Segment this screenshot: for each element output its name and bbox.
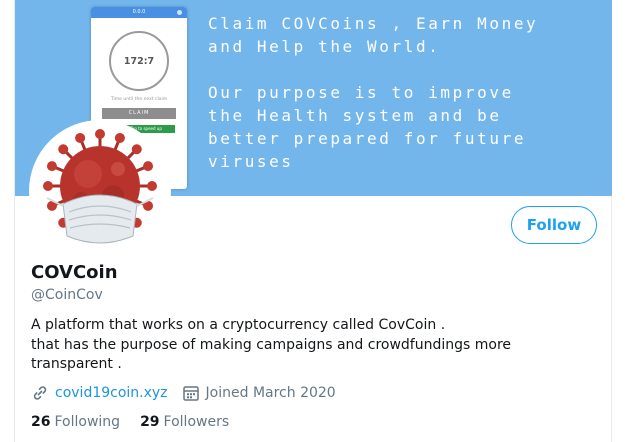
banner-tagline: Claim COVCoins , Earn Money and Help the…: [208, 14, 539, 171]
profile-card: 0.0.0 172:7 Time until the next claim CL…: [14, 0, 612, 442]
profile-bio: A platform that works on a cryptocurrenc…: [31, 316, 591, 375]
bio-line: transparent .: [31, 356, 122, 372]
following-stat[interactable]: 26 Following: [31, 414, 120, 430]
website-link[interactable]: covid19coin.xyz: [55, 385, 168, 401]
followers-stat[interactable]: 29 Followers: [140, 414, 229, 430]
following-count: 26: [31, 414, 51, 430]
follow-button[interactable]: Follow: [511, 206, 597, 244]
bio-line: A platform that works on a cryptocurrenc…: [31, 317, 446, 333]
profile-name: COVCoin: [31, 262, 118, 283]
avatar[interactable]: [29, 120, 171, 262]
followers-count: 29: [140, 414, 160, 430]
joined-date: Joined March 2020: [205, 385, 336, 401]
phone-header-text: 0.0.0: [132, 9, 146, 15]
link-icon: [33, 386, 47, 400]
followers-label: Followers: [163, 414, 230, 430]
phone-status-bar: 0.0.0: [91, 7, 187, 18]
bio-line: that has the purpose of making campaigns…: [31, 336, 512, 353]
phone-claim-button: CLAIM: [102, 108, 176, 119]
following-label: Following: [54, 414, 121, 430]
calendar-icon: [182, 386, 199, 401]
phone-timer-caption: Time until the next claim: [110, 97, 168, 102]
virus-mask-logo: [33, 124, 167, 258]
profile-stats: 26 Following 29 Followers: [31, 414, 249, 430]
phone-menu-icon: [177, 10, 182, 15]
profile-handle: @CoinCov: [31, 287, 103, 303]
profile-meta: covid19coin.xyz Joined March 2020: [31, 384, 336, 402]
phone-timer: 172:7: [109, 31, 169, 91]
